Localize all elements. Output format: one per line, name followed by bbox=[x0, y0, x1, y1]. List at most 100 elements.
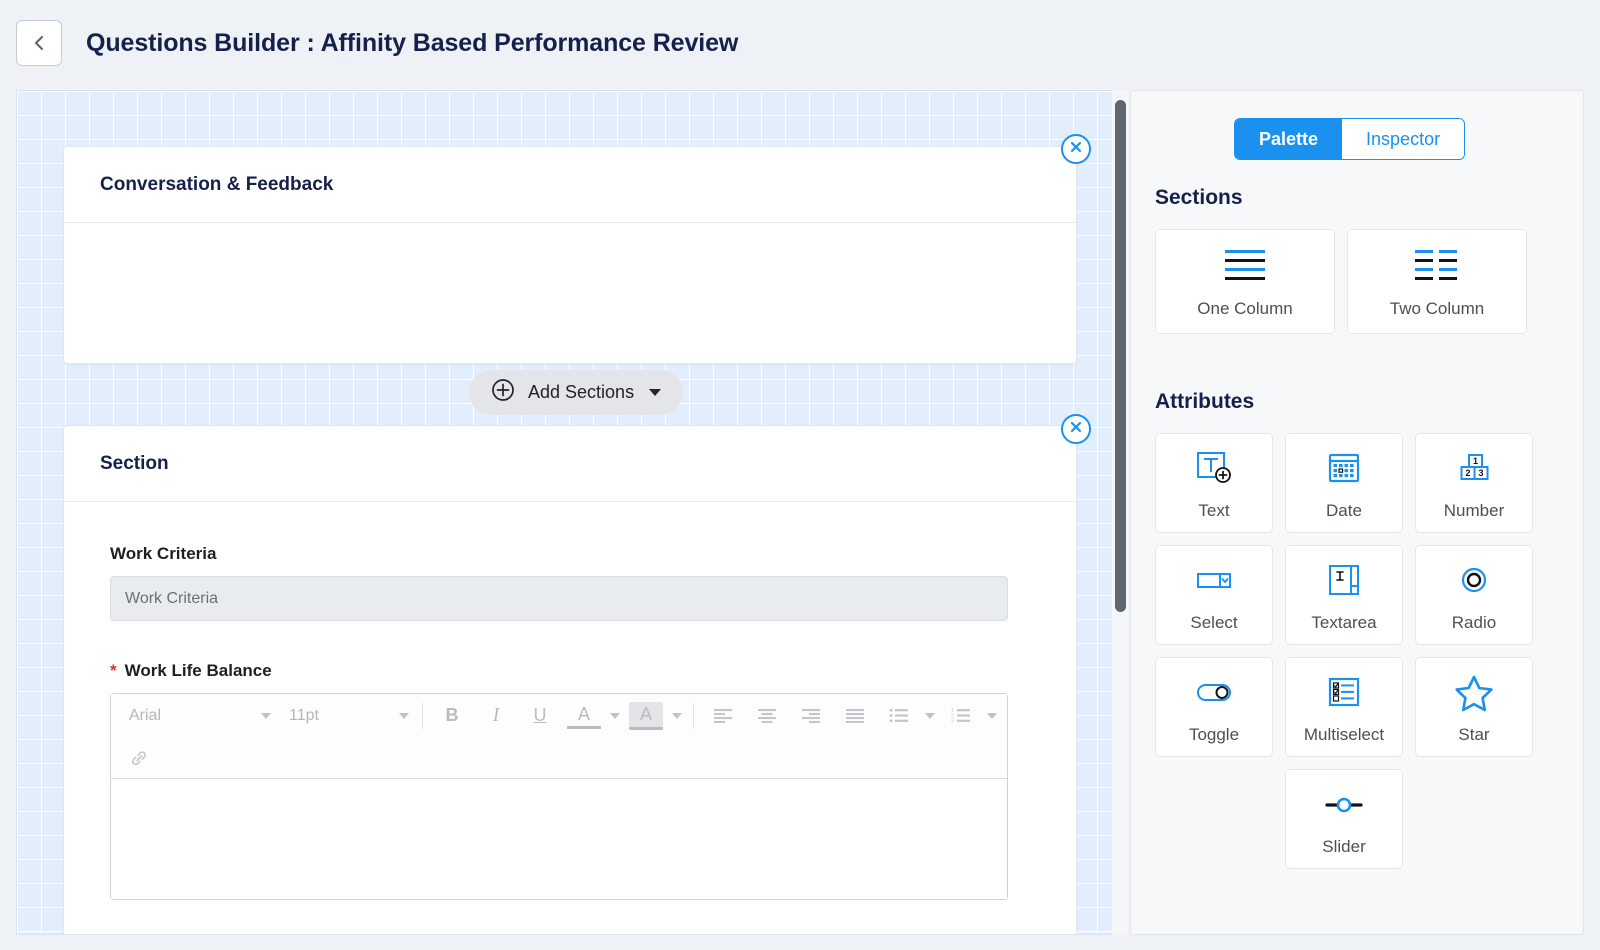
page-title: Questions Builder : Affinity Based Perfo… bbox=[86, 29, 738, 58]
highlight-color-dropdown[interactable] bbox=[668, 701, 686, 731]
highlight-color-button[interactable]: A bbox=[629, 702, 663, 730]
toolbar-row-2 bbox=[111, 737, 1007, 778]
italic-button[interactable]: I bbox=[479, 701, 513, 731]
tile-label: Radio bbox=[1452, 613, 1496, 633]
underline-button[interactable]: U bbox=[523, 701, 557, 731]
tile-multiselect[interactable]: Multiselect bbox=[1285, 657, 1403, 757]
numbered-list-button[interactable]: 1 2 3 bbox=[944, 701, 978, 731]
required-marker: * bbox=[110, 661, 117, 681]
tile-label: Date bbox=[1326, 501, 1362, 521]
panel-tab-switch: Palette Inspector bbox=[1234, 118, 1465, 160]
tile-date[interactable]: Date bbox=[1285, 433, 1403, 533]
slider-icon bbox=[1320, 782, 1368, 828]
palette-panel: Palette Inspector Sections One Column bbox=[1130, 90, 1584, 935]
star-icon bbox=[1452, 670, 1496, 716]
add-sections-label: Add Sections bbox=[528, 382, 634, 403]
one-column-icon bbox=[1217, 244, 1273, 290]
svg-text:1: 1 bbox=[1473, 456, 1478, 466]
align-left-button[interactable] bbox=[706, 701, 740, 731]
remove-section-button[interactable] bbox=[1061, 414, 1091, 444]
calendar-icon bbox=[1322, 446, 1366, 492]
tile-text[interactable]: Text bbox=[1155, 433, 1273, 533]
app-header: Questions Builder : Affinity Based Perfo… bbox=[0, 0, 1600, 86]
chevron-down-icon bbox=[672, 713, 682, 719]
svg-text:3: 3 bbox=[1478, 468, 1483, 478]
align-justify-button[interactable] bbox=[838, 701, 872, 731]
chevron-down-icon bbox=[925, 713, 935, 719]
tile-two-column[interactable]: Two Column bbox=[1347, 229, 1527, 334]
chevron-left-icon bbox=[32, 34, 46, 52]
chevron-down-icon bbox=[987, 713, 997, 719]
attributes-tile-grid: Text Date bbox=[1155, 433, 1559, 869]
close-circle-icon bbox=[1068, 139, 1084, 160]
canvas-vertical-scrollbar[interactable] bbox=[1115, 100, 1126, 612]
tab-inspector[interactable]: Inspector bbox=[1342, 119, 1464, 159]
field-label: Work Criteria bbox=[110, 544, 1076, 564]
tile-label: Multiselect bbox=[1304, 725, 1384, 745]
tile-star[interactable]: Star bbox=[1415, 657, 1533, 757]
link-button[interactable] bbox=[122, 743, 156, 773]
textarea-icon bbox=[1322, 558, 1366, 604]
text-color-button[interactable]: A bbox=[567, 703, 601, 729]
align-right-button[interactable] bbox=[794, 701, 828, 731]
toolbar-divider bbox=[422, 703, 423, 729]
close-circle-icon bbox=[1068, 419, 1084, 440]
tile-label: Textarea bbox=[1311, 613, 1376, 633]
field-work-criteria: Work Criteria Work Criteria bbox=[64, 502, 1076, 621]
chevron-down-icon bbox=[610, 713, 620, 719]
dropdown-select-icon bbox=[1192, 558, 1236, 604]
plus-circle-icon bbox=[491, 378, 515, 407]
align-center-button[interactable] bbox=[750, 701, 784, 731]
tab-palette[interactable]: Palette bbox=[1235, 119, 1342, 159]
form-section-card[interactable]: Section Work Criteria Work Criteria * Wo… bbox=[63, 425, 1077, 935]
tile-one-column[interactable]: One Column bbox=[1155, 229, 1335, 334]
back-button[interactable] bbox=[16, 20, 62, 66]
toolbar-row-1: Arial 11pt B I U A bbox=[111, 694, 1007, 737]
checklist-icon bbox=[1322, 670, 1366, 716]
form-section-card[interactable]: Conversation & Feedback bbox=[63, 146, 1077, 364]
sections-tile-grid: One Column Two Column bbox=[1155, 229, 1559, 334]
tile-label: Two Column bbox=[1390, 299, 1484, 319]
tile-number[interactable]: 1 2 3 Number bbox=[1415, 433, 1533, 533]
chevron-down-icon bbox=[399, 713, 409, 719]
font-family-select[interactable]: Arial bbox=[117, 701, 277, 731]
caret-down-icon bbox=[649, 389, 661, 396]
work-criteria-input[interactable]: Work Criteria bbox=[110, 576, 1008, 621]
svg-text:3: 3 bbox=[951, 719, 954, 723]
add-sections-button[interactable]: Add Sections bbox=[469, 370, 683, 415]
grid-spacer bbox=[1155, 769, 1273, 869]
font-size-select[interactable]: 11pt bbox=[277, 701, 415, 731]
sections-heading: Sections bbox=[1155, 186, 1243, 210]
two-column-icon bbox=[1409, 244, 1465, 290]
section-card-title: Section bbox=[64, 426, 1076, 502]
radio-button-icon bbox=[1452, 558, 1496, 604]
chevron-down-icon bbox=[261, 713, 271, 719]
rich-text-toolbar: Arial 11pt B I U A bbox=[111, 694, 1007, 779]
tile-radio[interactable]: Radio bbox=[1415, 545, 1533, 645]
text-field-icon bbox=[1192, 446, 1236, 492]
tile-label: Star bbox=[1458, 725, 1489, 745]
numbered-list-dropdown[interactable] bbox=[983, 701, 1001, 731]
field-label: * Work Life Balance bbox=[110, 661, 1076, 681]
rich-text-editor[interactable]: Arial 11pt B I U A bbox=[110, 693, 1008, 900]
section-card-body[interactable]: Work Criteria Work Criteria * Work Life … bbox=[64, 502, 1076, 900]
rich-text-content-area[interactable] bbox=[111, 779, 1007, 899]
bulleted-list-button[interactable] bbox=[882, 701, 916, 731]
field-work-life-balance: * Work Life Balance Arial 11pt bbox=[64, 621, 1076, 900]
bulleted-list-dropdown[interactable] bbox=[921, 701, 939, 731]
svg-text:2: 2 bbox=[1465, 468, 1470, 478]
number-blocks-icon: 1 2 3 bbox=[1452, 446, 1496, 492]
text-color-dropdown[interactable] bbox=[606, 701, 624, 731]
tile-toggle[interactable]: Toggle bbox=[1155, 657, 1273, 757]
tile-label: One Column bbox=[1197, 299, 1292, 319]
form-canvas[interactable]: Conversation & Feedback Add Sections Sec… bbox=[16, 90, 1124, 935]
remove-section-button[interactable] bbox=[1061, 134, 1091, 164]
tile-textarea[interactable]: Textarea bbox=[1285, 545, 1403, 645]
tile-slider[interactable]: Slider bbox=[1285, 769, 1403, 869]
tile-label: Number bbox=[1444, 501, 1504, 521]
tile-label: Select bbox=[1190, 613, 1237, 633]
tile-select[interactable]: Select bbox=[1155, 545, 1273, 645]
tile-label: Slider bbox=[1322, 837, 1365, 857]
bold-button[interactable]: B bbox=[435, 701, 469, 731]
field-label-text: Work Life Balance bbox=[125, 661, 272, 681]
